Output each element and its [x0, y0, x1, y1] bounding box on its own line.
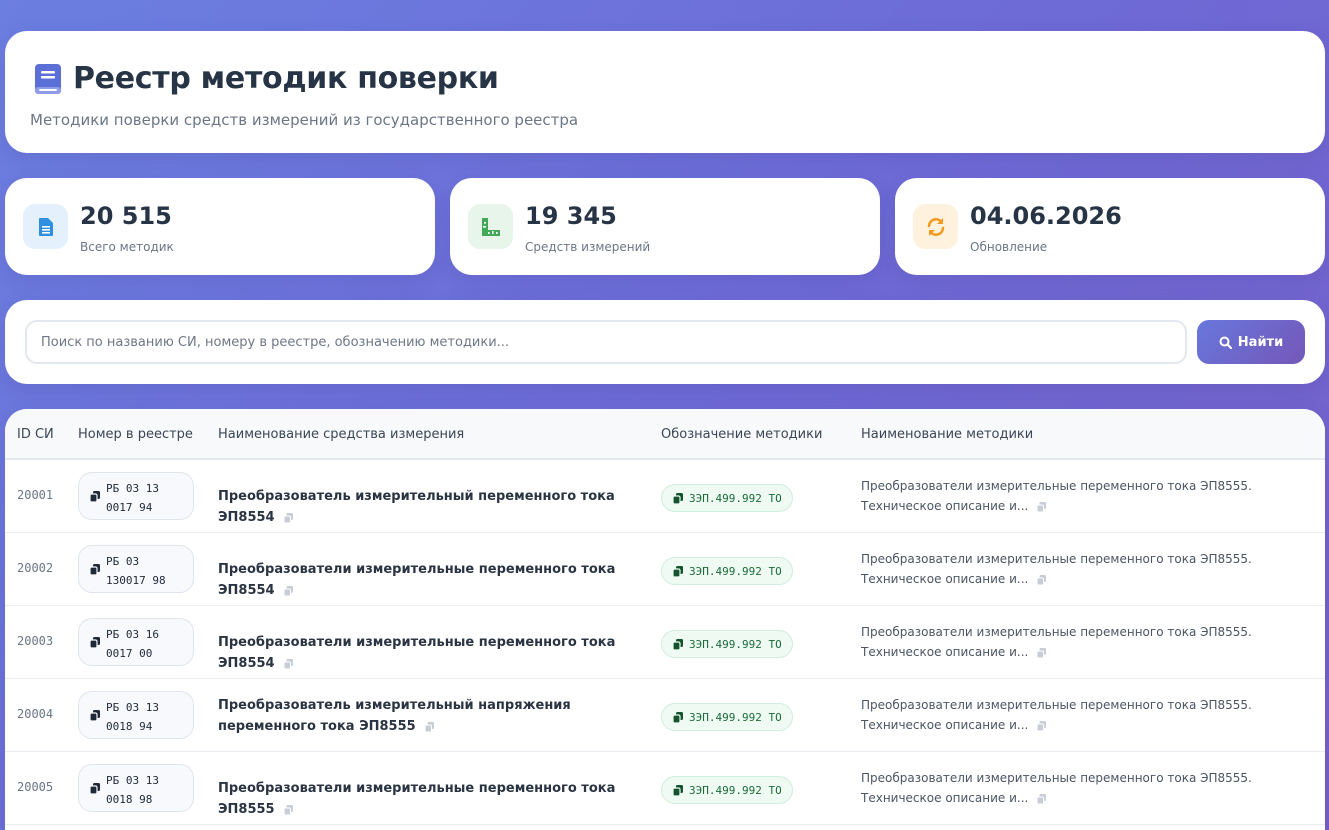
reg-number-pill[interactable]: РБ 03 16 0017 00 [78, 618, 194, 666]
table-header: ID СИ Номер в реестре Наименование средс… [5, 409, 1325, 460]
copy-icon[interactable] [283, 512, 294, 524]
header-card: Реестр методик поверки Методики поверки … [5, 31, 1325, 153]
col-header-method-name[interactable]: Наименование методики [861, 427, 1033, 442]
reg-number-pill[interactable]: РБ 03 13 0018 94 [78, 691, 194, 739]
reg-number-pill[interactable]: РБ 03 130017 98 [78, 545, 194, 593]
reg-number: РБ 03 13 0018 94 [106, 701, 159, 733]
copy-icon[interactable] [1036, 793, 1047, 805]
reg-number: РБ 03 16 0017 00 [106, 628, 159, 660]
stat-card-methods: 20 515 Всего методик [5, 178, 435, 275]
method-code-pill[interactable]: ЗЭП.499.992 ТО [661, 557, 793, 585]
reg-number-pill[interactable]: РБ 03 13 0017 94 [78, 472, 194, 520]
method-name: Преобразователи измерительные переменног… [861, 622, 1311, 662]
method-name: Преобразователи измерительные переменног… [861, 695, 1311, 735]
copy-icon[interactable] [283, 585, 294, 597]
stat-value: 20 515 [80, 202, 172, 230]
reg-number: РБ 03 13 0017 94 [106, 482, 159, 514]
si-name: Преобразователи измерительные переменног… [218, 778, 638, 820]
method-name-text: Преобразователи измерительные переменног… [861, 771, 1252, 805]
book-icon [33, 63, 63, 95]
method-name: Преобразователи измерительные переменног… [861, 476, 1311, 516]
search-card: Найти [5, 300, 1325, 384]
row-id: 20003 [17, 634, 54, 648]
stat-value: 19 345 [525, 202, 617, 230]
copy-icon[interactable] [672, 565, 684, 578]
copy-icon[interactable] [672, 492, 684, 505]
si-name: Преобразователь измерительный напряжения… [218, 695, 638, 737]
method-code-pill[interactable]: ЗЭП.499.992 ТО [661, 630, 793, 658]
row-id: 20001 [17, 488, 54, 502]
copy-icon[interactable] [672, 784, 684, 797]
col-header-reg[interactable]: Номер в реестре [78, 427, 193, 442]
copy-icon[interactable] [672, 638, 684, 651]
table-row[interactable]: 20002 РБ 03 130017 98 Преобразователи из… [5, 533, 1325, 606]
si-name: Преобразователи измерительные переменног… [218, 632, 638, 674]
copy-icon[interactable] [89, 782, 101, 795]
method-code-pill[interactable]: ЗЭП.499.992 ТО [661, 776, 793, 804]
method-name: Преобразователи измерительные переменног… [861, 549, 1311, 589]
si-name: Преобразователи измерительные переменног… [218, 559, 638, 601]
si-name-text: Преобразователи измерительные переменног… [218, 781, 616, 817]
method-name-text: Преобразователи измерительные переменног… [861, 625, 1252, 659]
sync-icon [913, 204, 958, 249]
copy-icon[interactable] [89, 490, 101, 503]
method-code: ЗЭП.499.992 ТО [689, 491, 782, 505]
stat-label: Средств измерений [525, 240, 651, 254]
table-row[interactable]: 20001 РБ 03 13 0017 94 Преобразователь и… [5, 460, 1325, 533]
copy-icon[interactable] [89, 636, 101, 649]
row-id: 20005 [17, 780, 54, 794]
title-row: Реестр методик поверки [33, 61, 499, 96]
copy-icon[interactable] [283, 658, 294, 670]
row-id: 20004 [17, 707, 54, 721]
si-name: Преобразователь измерительный переменног… [218, 486, 638, 528]
stat-card-updated: 04.06.2026 Обновление [895, 178, 1325, 275]
table-row[interactable]: 20004 РБ 03 13 0018 94 Преобразователь и… [5, 679, 1325, 752]
row-id: 20002 [17, 561, 54, 575]
copy-icon[interactable] [1036, 647, 1047, 659]
results-table: ID СИ Номер в реестре Наименование средс… [5, 409, 1325, 830]
copy-icon[interactable] [89, 563, 101, 576]
table-row[interactable]: 20003 РБ 03 16 0017 00 Преобразователи и… [5, 606, 1325, 679]
si-name-text: Преобразователь измерительный напряжения… [218, 698, 571, 734]
search-input[interactable] [25, 320, 1187, 364]
copy-icon[interactable] [283, 804, 294, 816]
copy-icon[interactable] [1036, 501, 1047, 513]
method-code: ЗЭП.499.992 ТО [689, 783, 782, 797]
si-name-text: Преобразователи измерительные переменног… [218, 635, 616, 671]
method-name-text: Преобразователи измерительные переменног… [861, 552, 1252, 586]
copy-icon[interactable] [1036, 574, 1047, 586]
reg-number: РБ 03 13 0018 98 [106, 774, 159, 806]
method-code-pill[interactable]: ЗЭП.499.992 ТО [661, 484, 793, 512]
stat-label: Обновление [970, 240, 1048, 254]
page-subtitle: Методики поверки средств измерений из го… [30, 111, 579, 129]
col-header-method-code[interactable]: Обозначение методики [661, 427, 822, 442]
method-name: Преобразователи измерительные переменног… [861, 768, 1311, 808]
copy-icon[interactable] [1036, 720, 1047, 732]
copy-icon[interactable] [424, 721, 435, 733]
method-name-text: Преобразователи измерительные переменног… [861, 698, 1252, 732]
copy-icon[interactable] [89, 709, 101, 722]
method-code: ЗЭП.499.992 ТО [689, 637, 782, 651]
col-header-id[interactable]: ID СИ [17, 427, 54, 442]
copy-icon[interactable] [672, 711, 684, 724]
ruler-icon [468, 204, 513, 249]
method-name-text: Преобразователи измерительные переменног… [861, 479, 1252, 513]
stat-card-instruments: 19 345 Средств измерений [450, 178, 880, 275]
search-button-label: Найти [1237, 334, 1284, 350]
col-header-si-name[interactable]: Наименование средства измерения [218, 427, 464, 442]
stat-value: 04.06.2026 [970, 202, 1122, 230]
method-code: ЗЭП.499.992 ТО [689, 710, 782, 724]
search-icon [1219, 336, 1232, 349]
document-icon [23, 204, 68, 249]
stat-label: Всего методик [80, 240, 174, 254]
reg-number: РБ 03 130017 98 [106, 555, 166, 587]
table-row[interactable]: 20005 РБ 03 13 0018 98 Преобразователи и… [5, 752, 1325, 825]
method-code: ЗЭП.499.992 ТО [689, 564, 782, 578]
page-title: Реестр методик поверки [73, 61, 499, 96]
search-button[interactable]: Найти [1197, 320, 1305, 364]
si-name-text: Преобразователи измерительные переменног… [218, 562, 616, 598]
si-name-text: Преобразователь измерительный переменног… [218, 489, 615, 525]
reg-number-pill[interactable]: РБ 03 13 0018 98 [78, 764, 194, 812]
method-code-pill[interactable]: ЗЭП.499.992 ТО [661, 703, 793, 731]
